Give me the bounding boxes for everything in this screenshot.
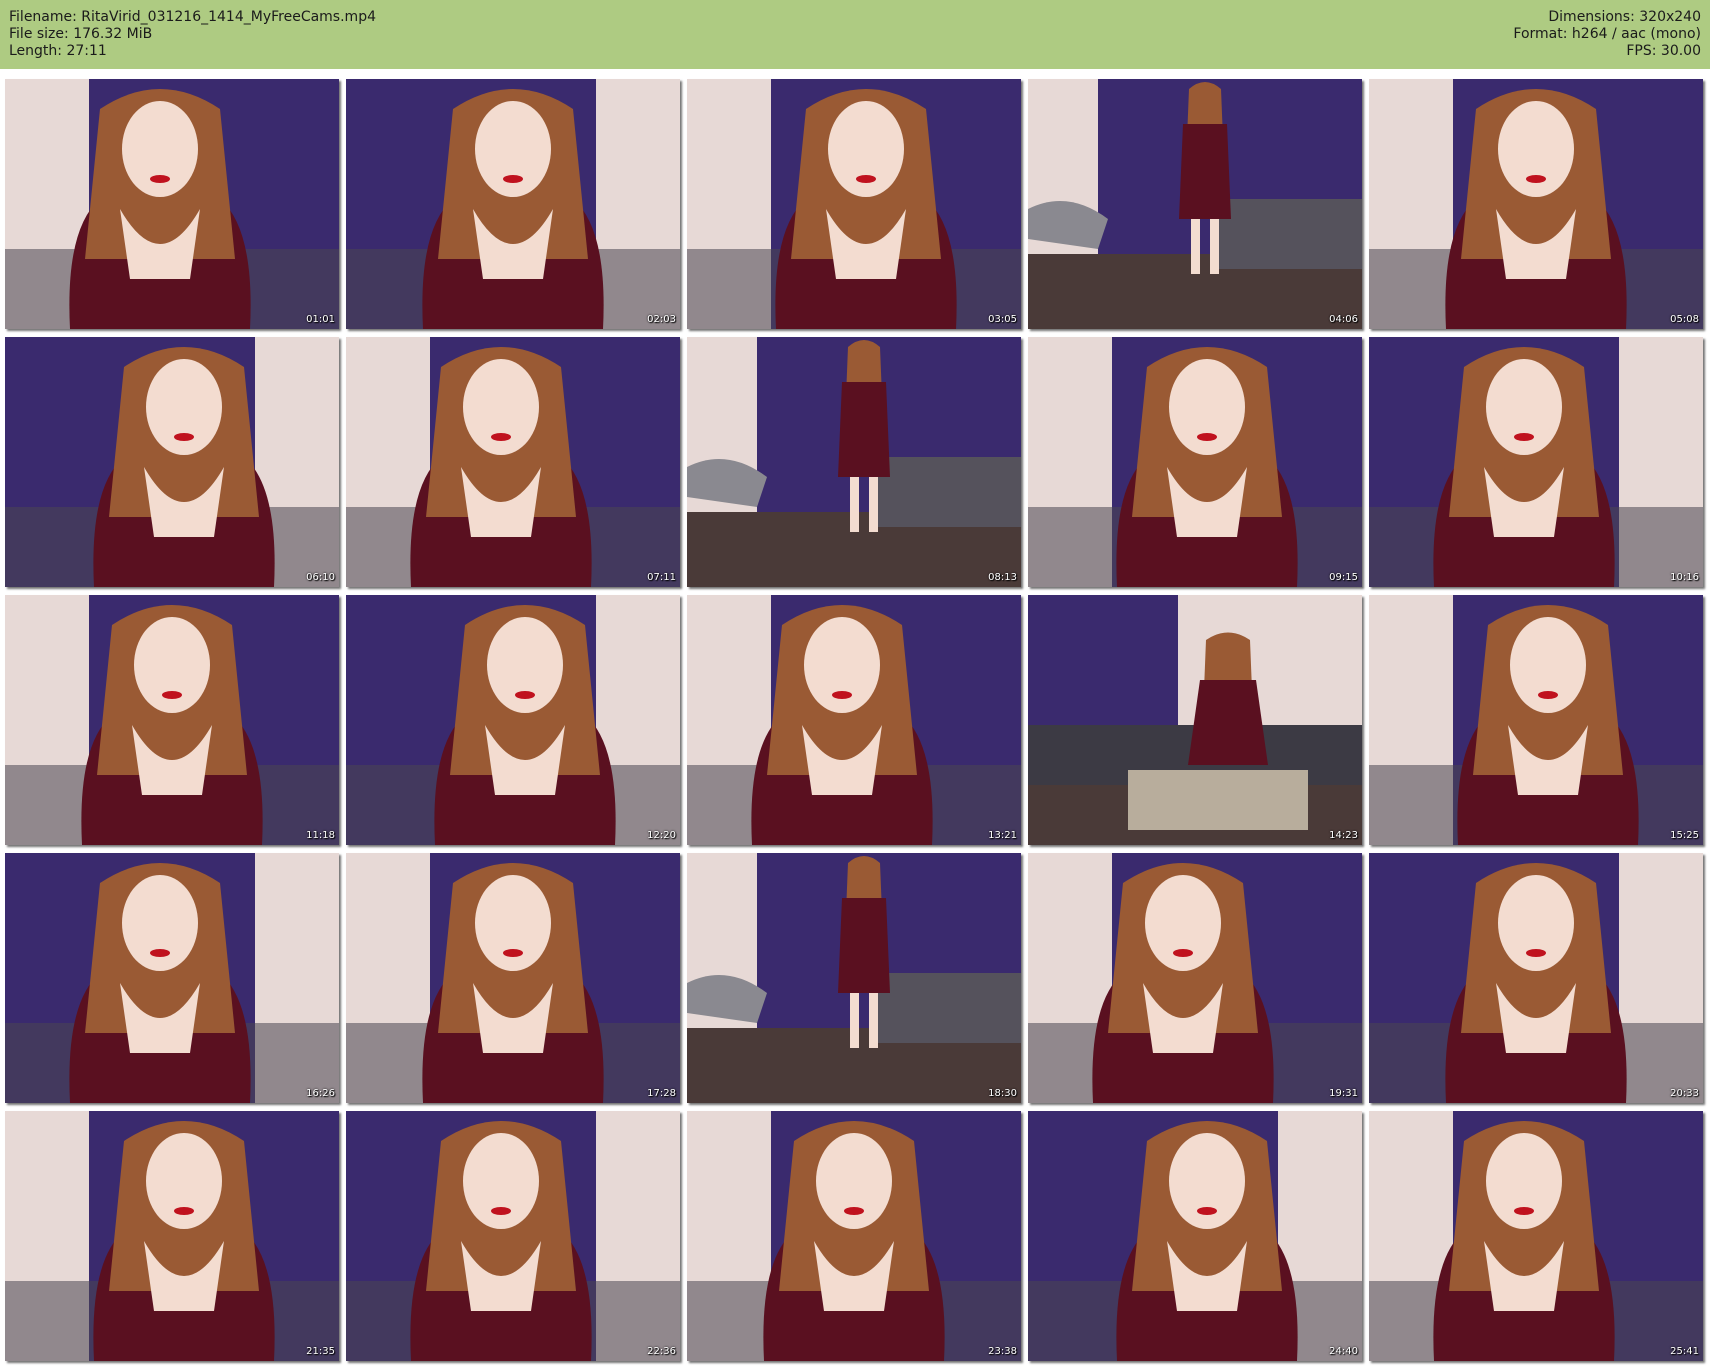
thumbnail-timestamp: 05:08 <box>1670 314 1699 325</box>
thumbnail-frame: 15:25 <box>1369 595 1703 845</box>
thumbnail-image <box>346 595 680 845</box>
dimensions-text: Dimensions: 320x240 <box>1548 9 1701 25</box>
thumbnail-image <box>687 79 1021 329</box>
thumbnail-image <box>1369 853 1703 1103</box>
thumbnail-frame: 14:23 <box>1028 595 1362 845</box>
thumbnail-frame: 09:15 <box>1028 337 1362 587</box>
thumbnail-timestamp: 24:40 <box>1329 1346 1358 1357</box>
thumbnail-timestamp: 12:20 <box>647 830 676 841</box>
thumbnail-frame: 02:03 <box>346 79 680 329</box>
thumbnail-image <box>5 337 339 587</box>
thumbnail-frame: 20:33 <box>1369 853 1703 1103</box>
thumbnail-image <box>1369 79 1703 329</box>
thumbnail-image <box>687 853 1021 1103</box>
thumbnail-timestamp: 02:03 <box>647 314 676 325</box>
thumbnail-timestamp: 15:25 <box>1670 830 1699 841</box>
thumbnail-image <box>346 337 680 587</box>
format-text: Format: h264 / aac (mono) <box>1513 26 1701 42</box>
thumbnail-timestamp: 03:05 <box>988 314 1017 325</box>
filesize-text: File size: 176.32 MiB <box>9 26 153 42</box>
thumbnail-frame: 16:26 <box>5 853 339 1103</box>
thumbnail-timestamp: 21:35 <box>306 1346 335 1357</box>
thumbnail-image <box>5 595 339 845</box>
file-info-right: Dimensions: 320x240 Format: h264 / aac (… <box>1513 9 1701 60</box>
thumbnail-timestamp: 04:06 <box>1329 314 1358 325</box>
thumbnail-frame: 04:06 <box>1028 79 1362 329</box>
thumbnail-frame: 10:16 <box>1369 337 1703 587</box>
thumbnail-timestamp: 23:38 <box>988 1346 1017 1357</box>
thumbnail-timestamp: 22:36 <box>647 1346 676 1357</box>
thumbnail-image <box>1369 1111 1703 1361</box>
thumbnail-image <box>687 595 1021 845</box>
thumbnail-grid: 01:01 02:03 03:05 04:06 05:08 06:10 07:1… <box>0 79 1710 1370</box>
thumbnail-image <box>5 1111 339 1361</box>
thumbnail-timestamp: 18:30 <box>988 1088 1017 1099</box>
thumbnail-frame: 21:35 <box>5 1111 339 1361</box>
thumbnail-image <box>5 79 339 329</box>
thumbnail-image <box>1369 337 1703 587</box>
thumbnail-frame: 22:36 <box>346 1111 680 1361</box>
thumbnail-timestamp: 17:28 <box>647 1088 676 1099</box>
thumbnail-frame: 19:31 <box>1028 853 1362 1103</box>
thumbnail-frame: 13:21 <box>687 595 1021 845</box>
thumbnail-image <box>1028 595 1362 845</box>
thumbnail-timestamp: 06:10 <box>306 572 335 583</box>
thumbnail-image <box>1028 79 1362 329</box>
thumbnail-timestamp: 20:33 <box>1670 1088 1699 1099</box>
thumbnail-timestamp: 10:16 <box>1670 572 1699 583</box>
thumbnail-image <box>346 853 680 1103</box>
thumbnail-frame: 18:30 <box>687 853 1021 1103</box>
thumbnail-frame: 07:11 <box>346 337 680 587</box>
thumbnail-timestamp: 14:23 <box>1329 830 1358 841</box>
thumbnail-timestamp: 13:21 <box>988 830 1017 841</box>
file-info-header: Filename: RitaVirid_031216_1414_MyFreeCa… <box>0 0 1710 69</box>
thumbnail-timestamp: 25:41 <box>1670 1346 1699 1357</box>
thumbnail-frame: 03:05 <box>687 79 1021 329</box>
fps-text: FPS: 30.00 <box>1626 43 1701 59</box>
thumbnail-image <box>1369 595 1703 845</box>
thumbnail-timestamp: 11:18 <box>306 830 335 841</box>
thumbnail-frame: 25:41 <box>1369 1111 1703 1361</box>
thumbnail-frame: 12:20 <box>346 595 680 845</box>
thumbnail-frame: 06:10 <box>5 337 339 587</box>
thumbnail-image <box>5 853 339 1103</box>
thumbnail-image <box>687 1111 1021 1361</box>
thumbnail-image <box>1028 337 1362 587</box>
thumbnail-timestamp: 07:11 <box>647 572 676 583</box>
thumbnail-frame: 24:40 <box>1028 1111 1362 1361</box>
thumbnail-timestamp: 19:31 <box>1329 1088 1358 1099</box>
thumbnail-frame: 17:28 <box>346 853 680 1103</box>
thumbnail-frame: 05:08 <box>1369 79 1703 329</box>
thumbnail-image <box>1028 853 1362 1103</box>
thumbnail-frame: 23:38 <box>687 1111 1021 1361</box>
thumbnail-frame: 01:01 <box>5 79 339 329</box>
thumbnail-timestamp: 16:26 <box>306 1088 335 1099</box>
thumbnail-image <box>346 1111 680 1361</box>
length-text: Length: 27:11 <box>9 43 107 59</box>
file-info-left: Filename: RitaVirid_031216_1414_MyFreeCa… <box>9 9 376 60</box>
thumbnail-image <box>346 79 680 329</box>
thumbnail-frame: 08:13 <box>687 337 1021 587</box>
thumbnail-timestamp: 09:15 <box>1329 572 1358 583</box>
filename-text: Filename: RitaVirid_031216_1414_MyFreeCa… <box>9 9 376 25</box>
thumbnail-timestamp: 08:13 <box>988 572 1017 583</box>
thumbnail-image <box>687 337 1021 587</box>
thumbnail-frame: 11:18 <box>5 595 339 845</box>
thumbnail-image <box>1028 1111 1362 1361</box>
thumbnail-timestamp: 01:01 <box>306 314 335 325</box>
